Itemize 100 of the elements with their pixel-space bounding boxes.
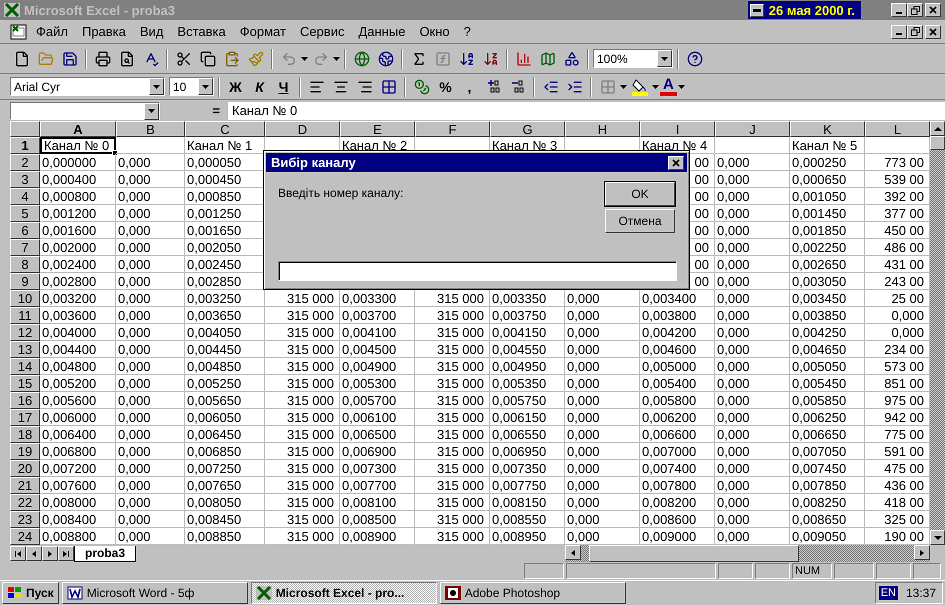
name-box[interactable] (10, 102, 160, 120)
font-field[interactable]: Arial Cyr (10, 77, 165, 96)
menu-item[interactable]: Сервис (294, 22, 350, 41)
row-header[interactable]: 21 (10, 477, 40, 494)
first-sheet-button[interactable] (10, 546, 26, 561)
close-button[interactable] (925, 24, 941, 38)
minimize-button[interactable] (891, 24, 907, 38)
number-format-button[interactable]: % (434, 76, 457, 98)
next-sheet-button[interactable] (42, 546, 58, 561)
scroll-down-button[interactable] (930, 530, 945, 545)
select-all-button[interactable] (10, 121, 40, 137)
row-header[interactable]: 6 (10, 222, 40, 239)
column-header[interactable]: L (865, 121, 930, 137)
vertical-scrollbar[interactable] (930, 121, 945, 545)
row-header[interactable]: 16 (10, 392, 40, 409)
row-header[interactable]: 20 (10, 460, 40, 477)
sheet-tab[interactable]: proba3 (74, 546, 136, 562)
formula-field[interactable]: Канал № 0 (228, 102, 945, 120)
style-button[interactable]: К (248, 76, 271, 98)
taskbar-button[interactable]: Microsoft Word - 5ф (62, 582, 248, 604)
horizontal-scrollbar[interactable] (565, 545, 930, 562)
column-header[interactable]: J (715, 121, 790, 137)
column-header[interactable]: H (565, 121, 640, 137)
menu-item[interactable]: Окно (413, 22, 456, 41)
row-header[interactable]: 23 (10, 511, 40, 528)
column-header[interactable]: C (185, 121, 265, 137)
taskbar-button[interactable]: Adobe Photoshop (440, 582, 626, 604)
row-header[interactable]: 13 (10, 341, 40, 358)
table-cell: 0,000 (715, 171, 790, 188)
row-header[interactable]: 10 (10, 290, 40, 307)
font-color-button[interactable]: A (660, 78, 677, 96)
row-header[interactable]: 15 (10, 375, 40, 392)
menu-item[interactable]: Правка (76, 22, 132, 41)
column-header[interactable]: D (265, 121, 340, 137)
dialog-button[interactable]: OK (605, 182, 675, 206)
edit-formula-button[interactable]: = (164, 103, 224, 118)
menu-item[interactable]: Формат (234, 22, 292, 41)
row-header[interactable]: 8 (10, 256, 40, 273)
row-header[interactable]: 11 (10, 307, 40, 324)
column-header[interactable]: G (490, 121, 565, 137)
scroll-thumb[interactable] (589, 545, 799, 562)
date-menu-button[interactable] (750, 4, 764, 16)
row-header[interactable]: 14 (10, 358, 40, 375)
row-header[interactable]: 18 (10, 426, 40, 443)
number-format-button[interactable]: , (458, 76, 481, 98)
row-header[interactable]: 17 (10, 409, 40, 426)
next-icon (46, 550, 54, 558)
scroll-thumb[interactable] (930, 136, 945, 150)
column-header[interactable]: B (116, 121, 185, 137)
menu-item[interactable]: ? (458, 22, 477, 41)
table-cell: 0,000 (715, 239, 790, 256)
table-cell: 0,000 (116, 205, 185, 222)
channel-input[interactable] (278, 261, 677, 281)
language-indicator[interactable]: EN (878, 586, 898, 600)
row-header[interactable]: 1 (10, 137, 40, 154)
menu-item[interactable]: Вид (134, 22, 170, 41)
table-cell: 0,000 (565, 460, 640, 477)
column-header[interactable]: K (790, 121, 865, 137)
table-cell: 0,000 (565, 426, 640, 443)
previous-sheet-button[interactable] (26, 546, 42, 561)
table-cell: 315 000 (265, 341, 340, 358)
menu-item[interactable]: Вставка (171, 22, 232, 41)
menu-item[interactable]: Данные (352, 22, 412, 41)
row-header[interactable]: 19 (10, 443, 40, 460)
table-cell: 0,006050 (185, 409, 265, 426)
row-header[interactable]: 22 (10, 494, 40, 511)
scroll-up-button[interactable] (930, 121, 945, 136)
row-header[interactable]: 5 (10, 205, 40, 222)
start-button[interactable]: Пуск (2, 582, 59, 604)
row-header[interactable]: 4 (10, 188, 40, 205)
row-header[interactable]: 9 (10, 273, 40, 290)
restore-button[interactable] (907, 24, 923, 38)
table-cell: 0,008200 (640, 494, 715, 511)
table-cell: 0,000 (116, 324, 185, 341)
close-button[interactable] (668, 156, 684, 170)
scroll-left-button[interactable] (565, 545, 581, 560)
style-button[interactable]: Ж (224, 76, 247, 98)
scroll-right-button[interactable] (914, 545, 930, 560)
row-header[interactable]: 12 (10, 324, 40, 341)
column-header[interactable]: I (640, 121, 715, 137)
style-button[interactable]: Ч (272, 76, 295, 98)
row-header[interactable]: 2 (10, 154, 40, 171)
minimize-button[interactable] (891, 3, 907, 17)
zoom-field[interactable]: 100% (593, 49, 673, 68)
column-header[interactable]: A (40, 121, 116, 137)
row-header[interactable]: 3 (10, 171, 40, 188)
row-header[interactable]: 24 (10, 528, 40, 545)
font-size-field[interactable]: 10 (169, 77, 214, 96)
column-header[interactable]: F (415, 121, 490, 137)
row-header[interactable]: 7 (10, 239, 40, 256)
taskbar-button[interactable]: Microsoft Excel - pro... (250, 582, 437, 604)
close-button[interactable] (925, 3, 941, 17)
last-icon (62, 550, 70, 558)
workbook-icon[interactable] (10, 24, 28, 40)
last-sheet-button[interactable] (58, 546, 74, 561)
table-cell: 0,000 (116, 341, 185, 358)
column-header[interactable]: E (340, 121, 415, 137)
menu-item[interactable]: Файл (30, 22, 74, 41)
dialog-button[interactable]: Отмена (605, 209, 675, 233)
restore-button[interactable] (907, 3, 923, 17)
